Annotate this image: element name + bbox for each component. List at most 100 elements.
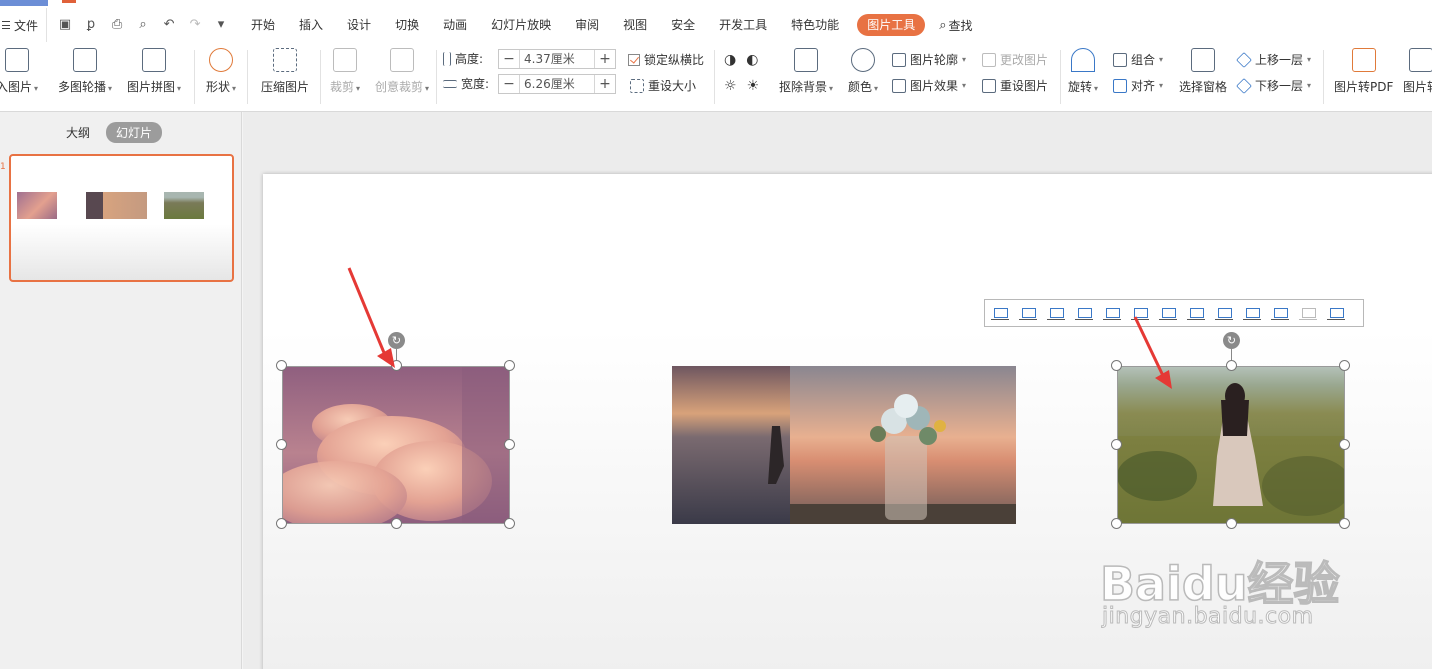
increase-contrast-icon[interactable]: ◑ [724, 52, 736, 68]
decrease-contrast-icon[interactable]: ◐ [746, 52, 758, 68]
creative-crop-button[interactable]: 创意裁剪 ▾ [375, 48, 429, 95]
tab-special-features[interactable]: 特色功能 [779, 8, 851, 42]
picture-outline-label: 图片轮廓 [910, 53, 959, 67]
reset-picture-icon [982, 78, 996, 93]
bring-forward-button[interactable]: 上移一层 ▾ [1236, 51, 1311, 68]
lock-ratio-checkbox[interactable]: 锁定纵横比 [628, 51, 704, 68]
picture-effect-icon [892, 78, 906, 93]
picture-convert-button[interactable]: 图片转 [1403, 48, 1432, 95]
picture-outline-button[interactable]: 图片轮廓 ▾ [892, 51, 966, 68]
change-picture-icon [982, 52, 996, 67]
tab-design[interactable]: 设计 [335, 8, 383, 42]
width-increase-button[interactable]: + [595, 75, 615, 93]
tab-slides[interactable]: 幻灯片 [106, 122, 163, 143]
print-preview-icon[interactable]: ⌕ [135, 17, 151, 33]
compress-icon [273, 48, 297, 72]
height-increase-button[interactable]: + [595, 50, 615, 68]
rotate-button[interactable]: 旋转 ▾ [1068, 48, 1098, 95]
width-label: 宽度: [461, 77, 490, 91]
width-input[interactable]: 6.26厘米 [519, 75, 595, 93]
group-button[interactable]: 组合 ▾ [1113, 51, 1163, 68]
tab-security[interactable]: 安全 [659, 8, 707, 42]
customize-dropdown-icon[interactable]: ▾ [213, 17, 229, 33]
reset-size-label: 重设大小 [648, 79, 697, 93]
rotate-icon [1071, 48, 1096, 72]
picture-effect-button[interactable]: 图片效果 ▾ [892, 77, 966, 94]
width-stepper[interactable]: − 6.26厘米 + [498, 74, 616, 94]
insert-picture-button[interactable]: 入图片 ▾ [0, 48, 38, 95]
lock-ratio-label: 锁定纵横比 [644, 53, 705, 67]
carousel-icon [73, 48, 98, 72]
selection-pane-label: 选择窗格 [1179, 80, 1228, 94]
search-button[interactable]: ⌕ 查找 [931, 17, 980, 34]
thumb-cloud-image [17, 192, 57, 219]
reset-picture-button[interactable]: 重设图片 [982, 77, 1048, 94]
width-icon [443, 79, 457, 88]
remove-background-button[interactable]: 抠除背景 ▾ [779, 48, 833, 95]
align-button[interactable]: 对齐 ▾ [1113, 77, 1163, 94]
picture-to-pdf-button[interactable]: 图片转PDF [1334, 48, 1393, 95]
tab-insert[interactable]: 插入 [287, 8, 335, 42]
divider [436, 50, 437, 104]
group-label: 组合 [1131, 53, 1156, 67]
height-input[interactable]: 4.37厘米 [519, 50, 595, 68]
slide-thumbnail[interactable] [9, 154, 234, 282]
tab-developer[interactable]: 开发工具 [707, 8, 779, 42]
align-icon [1113, 78, 1127, 93]
tab-indicator [62, 0, 76, 3]
tab-slideshow[interactable]: 幻灯片放映 [479, 8, 563, 42]
reset-picture-label: 重设图片 [1000, 79, 1049, 93]
height-stepper[interactable]: − 4.37厘米 + [498, 49, 616, 69]
print-icon[interactable]: ⎙ [109, 17, 125, 33]
send-backward-icon [1236, 77, 1252, 94]
tab-picture-tools[interactable]: 图片工具 [857, 14, 926, 36]
color-label: 颜色 [848, 80, 873, 94]
paint-format-icon[interactable]: ꝑ [83, 17, 99, 33]
tab-view[interactable]: 视图 [611, 8, 659, 42]
divider [714, 50, 715, 104]
color-button[interactable]: 颜色 ▾ [848, 48, 878, 95]
change-picture-button[interactable]: 更改图片 [982, 51, 1048, 68]
ribbon-toolbar: 入图片 ▾ 多图轮播 ▾ 图片拼图 ▾ 形状 ▾ 压缩图片 裁剪 ▾ 创意裁剪 ▾ 高度: … [0, 42, 1432, 112]
undo-icon[interactable]: ↶ [161, 17, 177, 33]
decrease-brightness-icon[interactable]: ☀ [747, 78, 760, 94]
crop-button[interactable]: 裁剪 ▾ [330, 48, 360, 95]
file-menu-label: 文件 [14, 18, 39, 33]
quick-access-toolbar: ▣ ꝑ ⎙ ⌕ ↶ ↷ ▾ [46, 8, 239, 42]
shape-button[interactable]: 形状 ▾ [206, 48, 236, 95]
slide-number: 1 [0, 162, 6, 172]
multi-carousel-label: 多图轮播 [58, 80, 107, 94]
divider [194, 50, 195, 104]
tab-home[interactable]: 开始 [239, 8, 287, 42]
tab-animations[interactable]: 动画 [431, 8, 479, 42]
increase-brightness-icon[interactable]: ☼ [724, 78, 737, 94]
reset-size-button[interactable]: 重设大小 [630, 77, 696, 94]
save-icon[interactable]: ▣ [57, 17, 73, 33]
file-menu[interactable]: 文件 [0, 8, 46, 42]
tab-outline[interactable]: 大纲 [60, 122, 96, 143]
redo-icon[interactable]: ↷ [187, 17, 203, 33]
picture-outline-icon [892, 52, 906, 67]
tab-review[interactable]: 审阅 [563, 8, 611, 42]
search-label: 查找 [948, 18, 973, 33]
collage-icon [142, 48, 167, 72]
multi-carousel-button[interactable]: 多图轮播 ▾ [58, 48, 112, 95]
divider [320, 50, 321, 104]
selection-pane-button[interactable]: 选择窗格 [1179, 48, 1227, 95]
annotation-arrows [347, 267, 1172, 389]
document-tab[interactable] [0, 0, 48, 6]
insert-picture-icon [5, 48, 30, 72]
brightness-group: ☼ ☀ [724, 78, 759, 94]
remove-background-label: 抠除背景 [779, 80, 828, 94]
send-backward-button[interactable]: 下移一层 ▾ [1236, 77, 1311, 94]
picture-collage-button[interactable]: 图片拼图 ▾ [127, 48, 181, 95]
compress-picture-button[interactable]: 压缩图片 [261, 48, 309, 95]
hamburger-icon [2, 21, 10, 29]
width-decrease-button[interactable]: − [499, 75, 519, 93]
send-backward-label: 下移一层 [1255, 79, 1304, 93]
checkbox-checked-icon [628, 53, 640, 66]
shape-icon [209, 48, 234, 72]
editing-canvas[interactable]: ↻ ↻ [243, 112, 1432, 669]
tab-transitions[interactable]: 切换 [383, 8, 431, 42]
height-decrease-button[interactable]: − [499, 50, 519, 68]
